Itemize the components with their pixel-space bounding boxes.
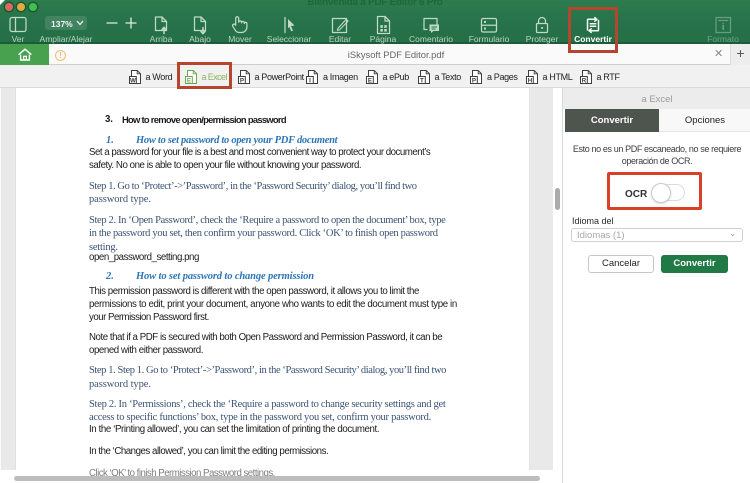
svg-text:P: P: [472, 77, 476, 84]
svg-text:T: T: [420, 77, 424, 84]
svg-text:W: W: [130, 77, 136, 84]
svg-text:P: P: [239, 77, 243, 84]
svg-text:H: H: [527, 77, 532, 84]
svg-text:E: E: [367, 77, 371, 84]
svg-text:I: I: [309, 77, 311, 84]
svg-text:R: R: [581, 77, 586, 84]
